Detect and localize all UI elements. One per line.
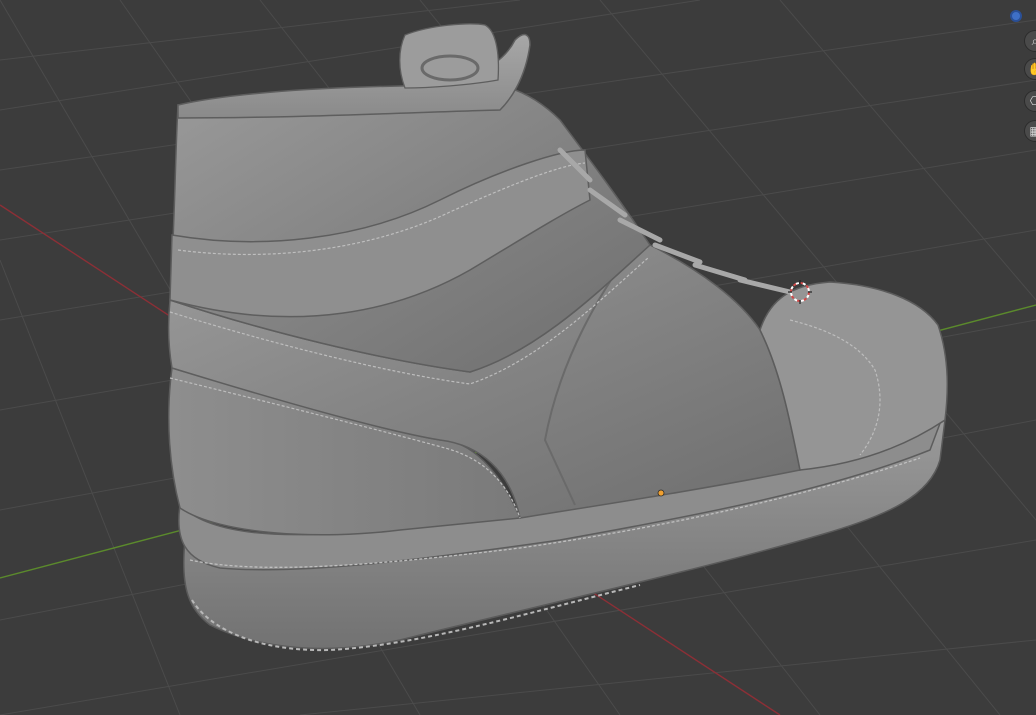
navigation-gizmo: ⌕ ✋ ⎔ ▦	[1010, 0, 1036, 150]
hand-icon[interactable]: ✋	[1024, 58, 1036, 80]
camera-icon[interactable]: ⎔	[1024, 90, 1036, 112]
zoom-icon[interactable]: ⌕	[1024, 30, 1036, 52]
object-origin-marker	[657, 489, 665, 497]
viewport-canvas[interactable]	[0, 0, 1036, 715]
3d-viewport[interactable]: ⌕ ✋ ⎔ ▦	[0, 0, 1036, 715]
z-axis-gizmo-icon[interactable]	[1010, 10, 1022, 22]
ortho-grid-icon[interactable]: ▦	[1024, 120, 1036, 142]
shoe-model[interactable]	[167, 23, 949, 652]
